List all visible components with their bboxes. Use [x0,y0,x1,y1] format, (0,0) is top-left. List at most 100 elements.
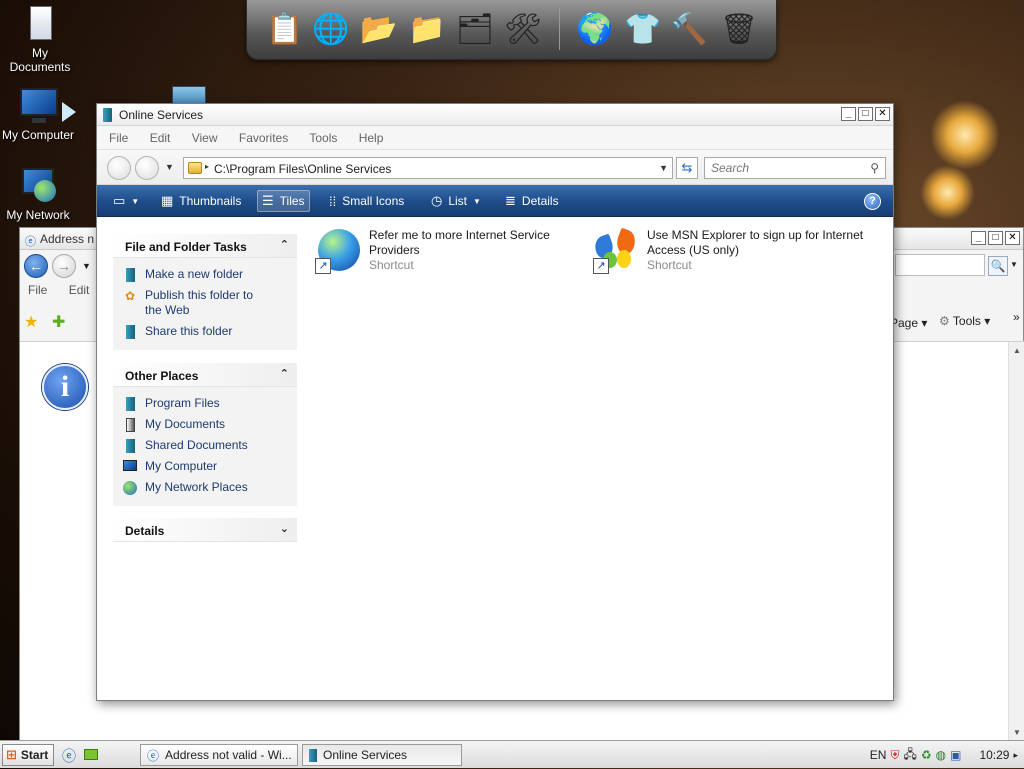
list-icon: ◷ [431,193,443,208]
other-places-header[interactable]: Other Places ⌃ [113,363,297,387]
desktop-quicklaunch-icon[interactable] [84,749,98,760]
desktop-icon-my-network[interactable]: My Network [0,166,78,222]
network-status-icon[interactable]: 🖧 [903,745,916,766]
add-favorite-icon[interactable]: ✚ [52,312,65,332]
menu-help[interactable]: Help [359,131,384,145]
menu-edit[interactable]: Edit [69,283,90,297]
dock-notepad-icon[interactable]: 📋 [263,6,307,52]
help-icon[interactable]: ? [864,193,881,210]
file-name: Use MSN Explorer to sign up for Internet… [647,228,864,257]
favorites-star-icon[interactable]: ★ [24,312,38,332]
globe-tray-icon[interactable]: ◍ [936,748,946,762]
task-pane: File and Folder Tasks ⌃ Make a new folde… [97,218,305,700]
history-dropdown-icon[interactable]: ▼ [165,162,174,172]
chevron-down-icon: ▼ [473,196,481,206]
close-button[interactable]: ✕ [1005,231,1020,245]
details-button[interactable]: ≣ Details [501,190,563,212]
file-tile[interactable]: ↗ Use MSN Explorer to sign up for Intern… [591,227,873,274]
desktop-icon-my-documents[interactable]: My Documents [0,4,80,74]
task-share-folder[interactable]: Share this folder [123,321,297,342]
minimize-button[interactable]: _ [841,107,856,121]
maximize-button[interactable]: □ [988,231,1003,245]
place-shared-documents[interactable]: Shared Documents [123,435,297,456]
dock-hammer-icon[interactable]: 🔨 [667,6,711,52]
panel-title: Details [125,524,165,538]
desktop-icon-label: My Network [6,208,70,222]
clock[interactable]: 10:29 [979,748,1009,762]
details-icon: ≣ [505,193,516,208]
taskbar-button-online-services[interactable]: Online Services [302,744,462,766]
thumbnails-label: Thumbnails [179,194,242,208]
expand-chevron-icon[interactable]: ⌄ [280,522,289,535]
views-button[interactable]: ▭ ▼ [109,190,143,212]
file-tile[interactable]: ↗ Refer me to more Internet Service Prov… [315,228,565,274]
window-titlebar[interactable]: Online Services _ □ ✕ [97,104,893,126]
menu-view[interactable]: View [192,131,218,145]
menu-tools[interactable]: Tools [309,131,337,145]
task-make-new-folder[interactable]: Make a new folder [123,264,297,285]
small-icons-label: Small Icons [342,194,405,208]
tools-menu-button[interactable]: ⚙ Tools ▾ [939,314,990,328]
back-arrow-icon[interactable]: ← [24,254,48,278]
dock-tshirt-icon[interactable]: 👕 [621,6,665,52]
place-my-computer[interactable]: My Computer [123,456,297,477]
vertical-scrollbar[interactable]: ▲ ▼ [1008,342,1024,741]
search-dropdown-icon[interactable]: ▼ [1010,260,1018,269]
menu-file[interactable]: File [28,283,47,297]
display-tray-icon[interactable]: ▣ [950,748,961,762]
file-folder-tasks-panel: File and Folder Tasks ⌃ Make a new folde… [113,234,297,350]
place-program-files[interactable]: Program Files [123,393,297,414]
forward-button[interactable] [135,156,159,180]
details-header[interactable]: Details ⌄ [113,518,297,542]
recycle-tray-icon[interactable]: ♻ [921,748,932,762]
desktop-icon-label: My Computer [1,128,75,142]
tiles-button[interactable]: ☰ Tiles [257,190,310,212]
details-label: Details [521,194,559,208]
shared-folder-icon [126,439,135,453]
taskbar-button-browser[interactable]: ⓔ Address not valid - Wi... [140,744,298,766]
dock-tools-icon[interactable]: 🛠 [501,6,545,52]
forward-arrow-icon[interactable]: → [52,254,76,278]
file-folder-tasks-header[interactable]: File and Folder Tasks ⌃ [113,234,297,258]
toolbar-overflow-icon[interactable]: » [1013,310,1020,324]
close-button[interactable]: ✕ [875,107,890,121]
security-shield-icon[interactable]: ⛨ [890,748,899,763]
back-button[interactable] [107,156,131,180]
ie-quicklaunch-icon[interactable]: ⓔ [62,746,76,766]
task-publish-folder[interactable]: ✿ Publish this folder to the Web [123,285,297,321]
menu-edit[interactable]: Edit [150,131,171,145]
dock-globe-icon[interactable]: 🌐 [309,6,353,52]
thumbnails-button[interactable]: ▦ Thumbnails [157,190,245,212]
tray-expand-icon[interactable]: ▸ [1013,750,1018,761]
dock-music-folder-icon[interactable]: 📁 [405,6,449,52]
dock-documents-folder-icon[interactable]: 📂 [357,6,401,52]
breadcrumb-caret-icon[interactable]: ▸ [205,162,209,171]
desktop-folder-icon[interactable] [172,86,206,104]
address-dropdown-icon[interactable]: ▼ [659,163,668,173]
search-icon[interactable]: 🔍 [988,256,1008,276]
refresh-button[interactable]: ⇆ [676,157,698,179]
start-button[interactable]: ⊞ Start [2,744,54,766]
dock-recycle-bin-icon[interactable]: 🗑 [717,6,761,52]
search-icon[interactable]: ⚲ [870,161,879,175]
history-dropdown-icon[interactable]: ▼ [82,261,91,271]
language-indicator[interactable]: EN [870,748,887,762]
window-controls: _ □ ✕ [841,107,890,121]
collapse-chevron-icon[interactable]: ⌃ [280,367,289,380]
search-input[interactable] [705,158,855,178]
place-my-network-places[interactable]: My Network Places [123,477,297,498]
menu-favorites[interactable]: Favorites [239,131,288,145]
list-button[interactable]: ◷ List ▼ [427,190,485,212]
address-bar[interactable]: ▸ C:\Program Files\Online Services ▼ [183,157,673,179]
dock-pictures-folder-icon[interactable]: 🗂 [453,6,497,52]
place-my-documents[interactable]: My Documents [123,414,297,435]
minimize-button[interactable]: _ [971,231,986,245]
maximize-button[interactable]: □ [858,107,873,121]
dock-network-globe-icon[interactable]: 🌍 [573,6,617,52]
explorer-window[interactable]: Online Services _ □ ✕ File Edit View Fav… [96,103,894,701]
menu-file[interactable]: File [109,131,128,145]
collapse-chevron-icon[interactable]: ⌃ [280,238,289,251]
page-menu-button[interactable]: Page ▾ [890,316,927,330]
small-icons-button[interactable]: ⁞⁞ Small Icons [325,190,408,212]
background-address-field[interactable] [895,254,985,276]
